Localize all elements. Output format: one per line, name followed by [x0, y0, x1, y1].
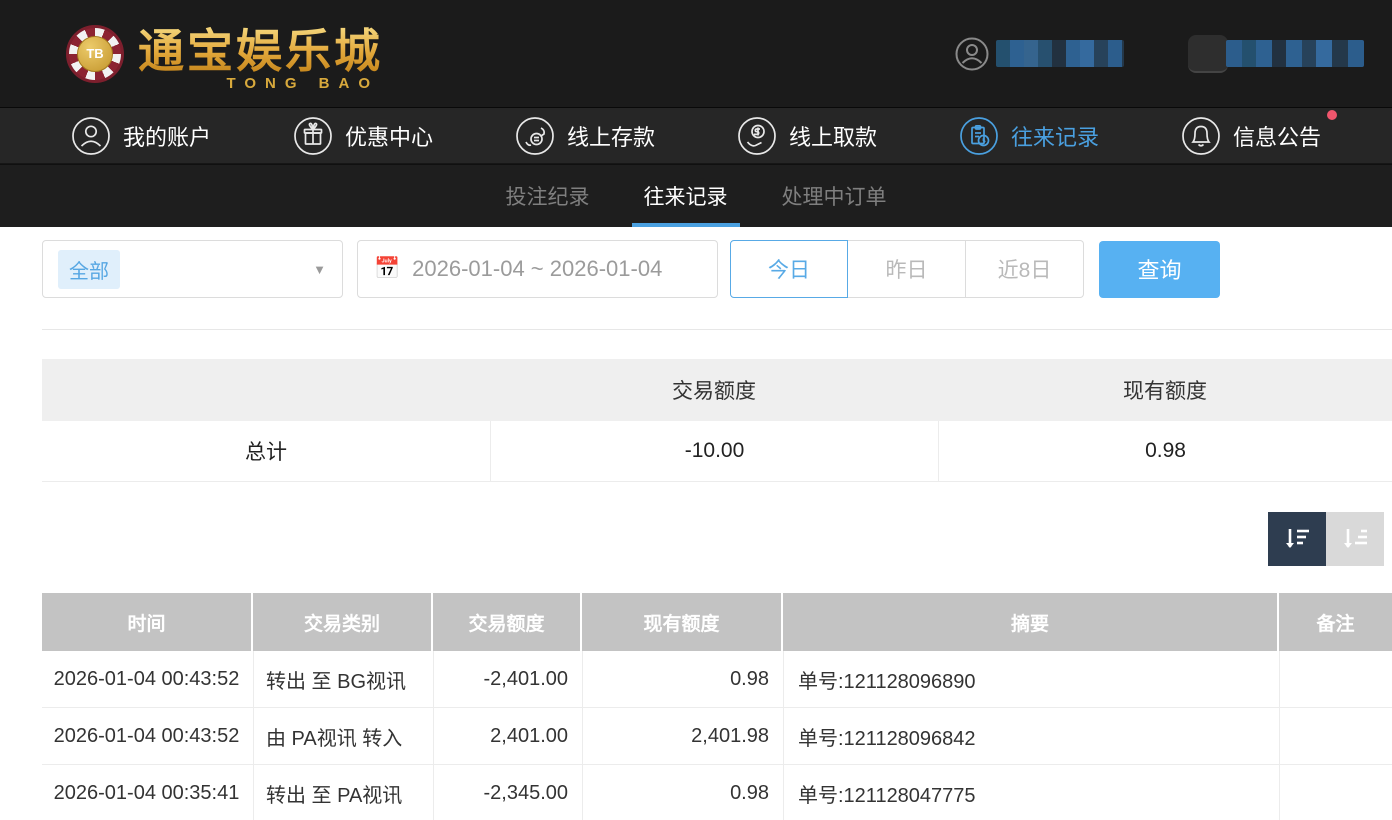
summary-header-current-balance: 现有额度	[1123, 380, 1207, 403]
censored-avatar	[1188, 34, 1228, 73]
last-8-days-button[interactable]: 近8日	[966, 240, 1084, 298]
row-transaction-type: 由 PA视讯 转入	[253, 708, 431, 764]
row-remark	[1279, 708, 1392, 764]
main-navigation: 我的账户 优惠中心 线上存款 线上取款 往来记录 信息公告	[0, 107, 1392, 164]
calendar-icon: 📅	[374, 257, 401, 280]
censored-username	[996, 40, 1124, 67]
row-transaction-amount: 2,401.00	[433, 708, 580, 764]
row-summary: 单号:121128096842	[783, 708, 1277, 764]
header-summary: 摘要	[783, 593, 1277, 651]
tab-betting-records[interactable]: 投注纪录	[504, 165, 592, 227]
header-remark: 备注	[1279, 593, 1392, 651]
row-transaction-type: 转出 至 PA视讯	[253, 765, 431, 820]
query-button[interactable]: 查询	[1099, 240, 1220, 298]
sort-descending-button[interactable]	[1268, 512, 1326, 566]
nav-label: 信息公告	[1232, 124, 1321, 150]
header-time: 时间	[42, 593, 251, 651]
header-transaction-amount: 交易额度	[433, 593, 580, 651]
bell-icon	[1182, 116, 1220, 155]
row-current-balance: 2,401.98	[582, 708, 781, 764]
table-row: 2026-01-04 00:43:52 转出 至 BG视讯 -2,401.00 …	[42, 651, 1392, 708]
summary-header-empty	[42, 359, 490, 421]
summary-current-balance-value: 0.98	[938, 421, 1392, 481]
today-button[interactable]: 今日	[730, 240, 848, 298]
row-time: 2026-01-04 00:35:41	[53, 781, 240, 804]
user-area	[954, 34, 1364, 73]
records-header-row: 时间 交易类别 交易额度 现有额度 摘要 备注	[42, 593, 1392, 651]
row-remark	[1279, 651, 1392, 707]
user-outline-icon	[955, 37, 989, 70]
selected-type-tag: 全部	[58, 249, 120, 289]
summary-transaction-amount-value: -10.00	[490, 421, 938, 481]
row-summary: 单号:121128096890	[783, 651, 1277, 707]
nav-item-transaction-records[interactable]: 往来记录	[959, 116, 1099, 156]
summary-total-row: 总计 -10.00 0.98	[42, 421, 1392, 482]
header-current-balance: 现有额度	[582, 593, 781, 651]
records-clipboard-clock-icon	[960, 116, 998, 155]
sort-amount-asc-icon	[1344, 529, 1367, 548]
records-table: 时间 交易类别 交易额度 现有额度 摘要 备注 2026-01-04 00:43…	[42, 593, 1392, 820]
tab-transaction-records[interactable]: 往来记录	[631, 165, 740, 227]
chip-tb-monogram: TB	[77, 35, 113, 72]
nav-label: 线上取款	[788, 124, 877, 150]
date-range-input[interactable]: 📅 2026-01-04 ~ 2026-01-04	[357, 240, 718, 298]
chevron-down-icon: ▼	[313, 261, 326, 277]
summary-total-label: 总计	[245, 441, 287, 464]
brand-text: 通宝娱乐城 TONG BAO	[138, 15, 383, 92]
tab-processing-orders[interactable]: 处理中订单	[780, 165, 889, 227]
user-icon	[72, 116, 110, 155]
notification-dot	[1327, 109, 1337, 120]
row-transaction-amount: -2,345.00	[433, 765, 580, 820]
casino-chip-icon: TB	[66, 24, 124, 83]
quick-date-group: 今日 昨日 近8日	[730, 240, 1084, 298]
yesterday-button[interactable]: 昨日	[848, 240, 966, 298]
brand-logo[interactable]: TB 通宝娱乐城 TONG BAO	[66, 15, 383, 92]
nav-label: 线上存款	[566, 124, 655, 150]
main-content: 全部 ▼ 📅 2026-01-04 ~ 2026-01-04 今日 昨日 近8日…	[0, 240, 1392, 820]
user-balance-chunk[interactable]	[1188, 34, 1364, 73]
row-transaction-amount: -2,401.00	[433, 651, 580, 707]
nav-label: 我的账户	[122, 124, 211, 150]
row-transaction-type: 转出 至 BG视讯	[253, 651, 431, 707]
date-range-value: 2026-01-04 ~ 2026-01-04	[412, 256, 663, 281]
row-remark	[1279, 765, 1392, 820]
row-current-balance: 0.98	[582, 765, 781, 820]
row-summary: 单号:121128047775	[783, 765, 1277, 820]
sub-tab-bar: 投注纪录 往来记录 处理中订单	[0, 164, 1392, 227]
withdraw-coin-hand-icon	[738, 116, 776, 155]
section-divider	[42, 329, 1392, 330]
header-transaction-type: 交易类别	[253, 593, 431, 651]
top-bar: TB 通宝娱乐城 TONG BAO	[0, 0, 1392, 107]
nav-item-my-account[interactable]: 我的账户	[71, 116, 211, 156]
nav-item-announcements[interactable]: 信息公告	[1181, 109, 1337, 156]
transaction-type-select[interactable]: 全部 ▼	[42, 240, 343, 298]
logged-in-user[interactable]	[954, 36, 1124, 72]
sort-ascending-button[interactable]	[1326, 512, 1384, 566]
row-current-balance: 0.98	[582, 651, 781, 707]
gift-icon	[294, 116, 332, 155]
sort-amount-desc-icon	[1286, 529, 1309, 548]
summary-header-row: 交易额度 现有额度	[42, 359, 1392, 421]
nav-label: 往来记录	[1010, 124, 1099, 150]
summary-table: 交易额度 现有额度 总计 -10.00 0.98	[42, 359, 1392, 482]
nav-item-promotions[interactable]: 优惠中心	[293, 116, 433, 156]
row-time: 2026-01-04 00:43:52	[53, 724, 240, 747]
brand-name-cn: 通宝娱乐城	[138, 15, 383, 81]
sort-controls	[42, 512, 1392, 566]
summary-header-transaction-amount: 交易额度	[672, 380, 756, 403]
filter-row: 全部 ▼ 📅 2026-01-04 ~ 2026-01-04 今日 昨日 近8日…	[42, 240, 1392, 298]
deposit-coin-hand-icon	[516, 116, 554, 155]
nav-item-withdraw[interactable]: 线上取款	[737, 116, 877, 156]
nav-label: 优惠中心	[344, 124, 433, 150]
nav-item-deposit[interactable]: 线上存款	[515, 116, 655, 156]
table-row: 2026-01-04 00:43:52 由 PA视讯 转入 2,401.00 2…	[42, 708, 1392, 765]
censored-balance	[1226, 40, 1364, 67]
row-time: 2026-01-04 00:43:52	[53, 667, 240, 690]
table-row: 2026-01-04 00:35:41 转出 至 PA视讯 -2,345.00 …	[42, 765, 1392, 820]
